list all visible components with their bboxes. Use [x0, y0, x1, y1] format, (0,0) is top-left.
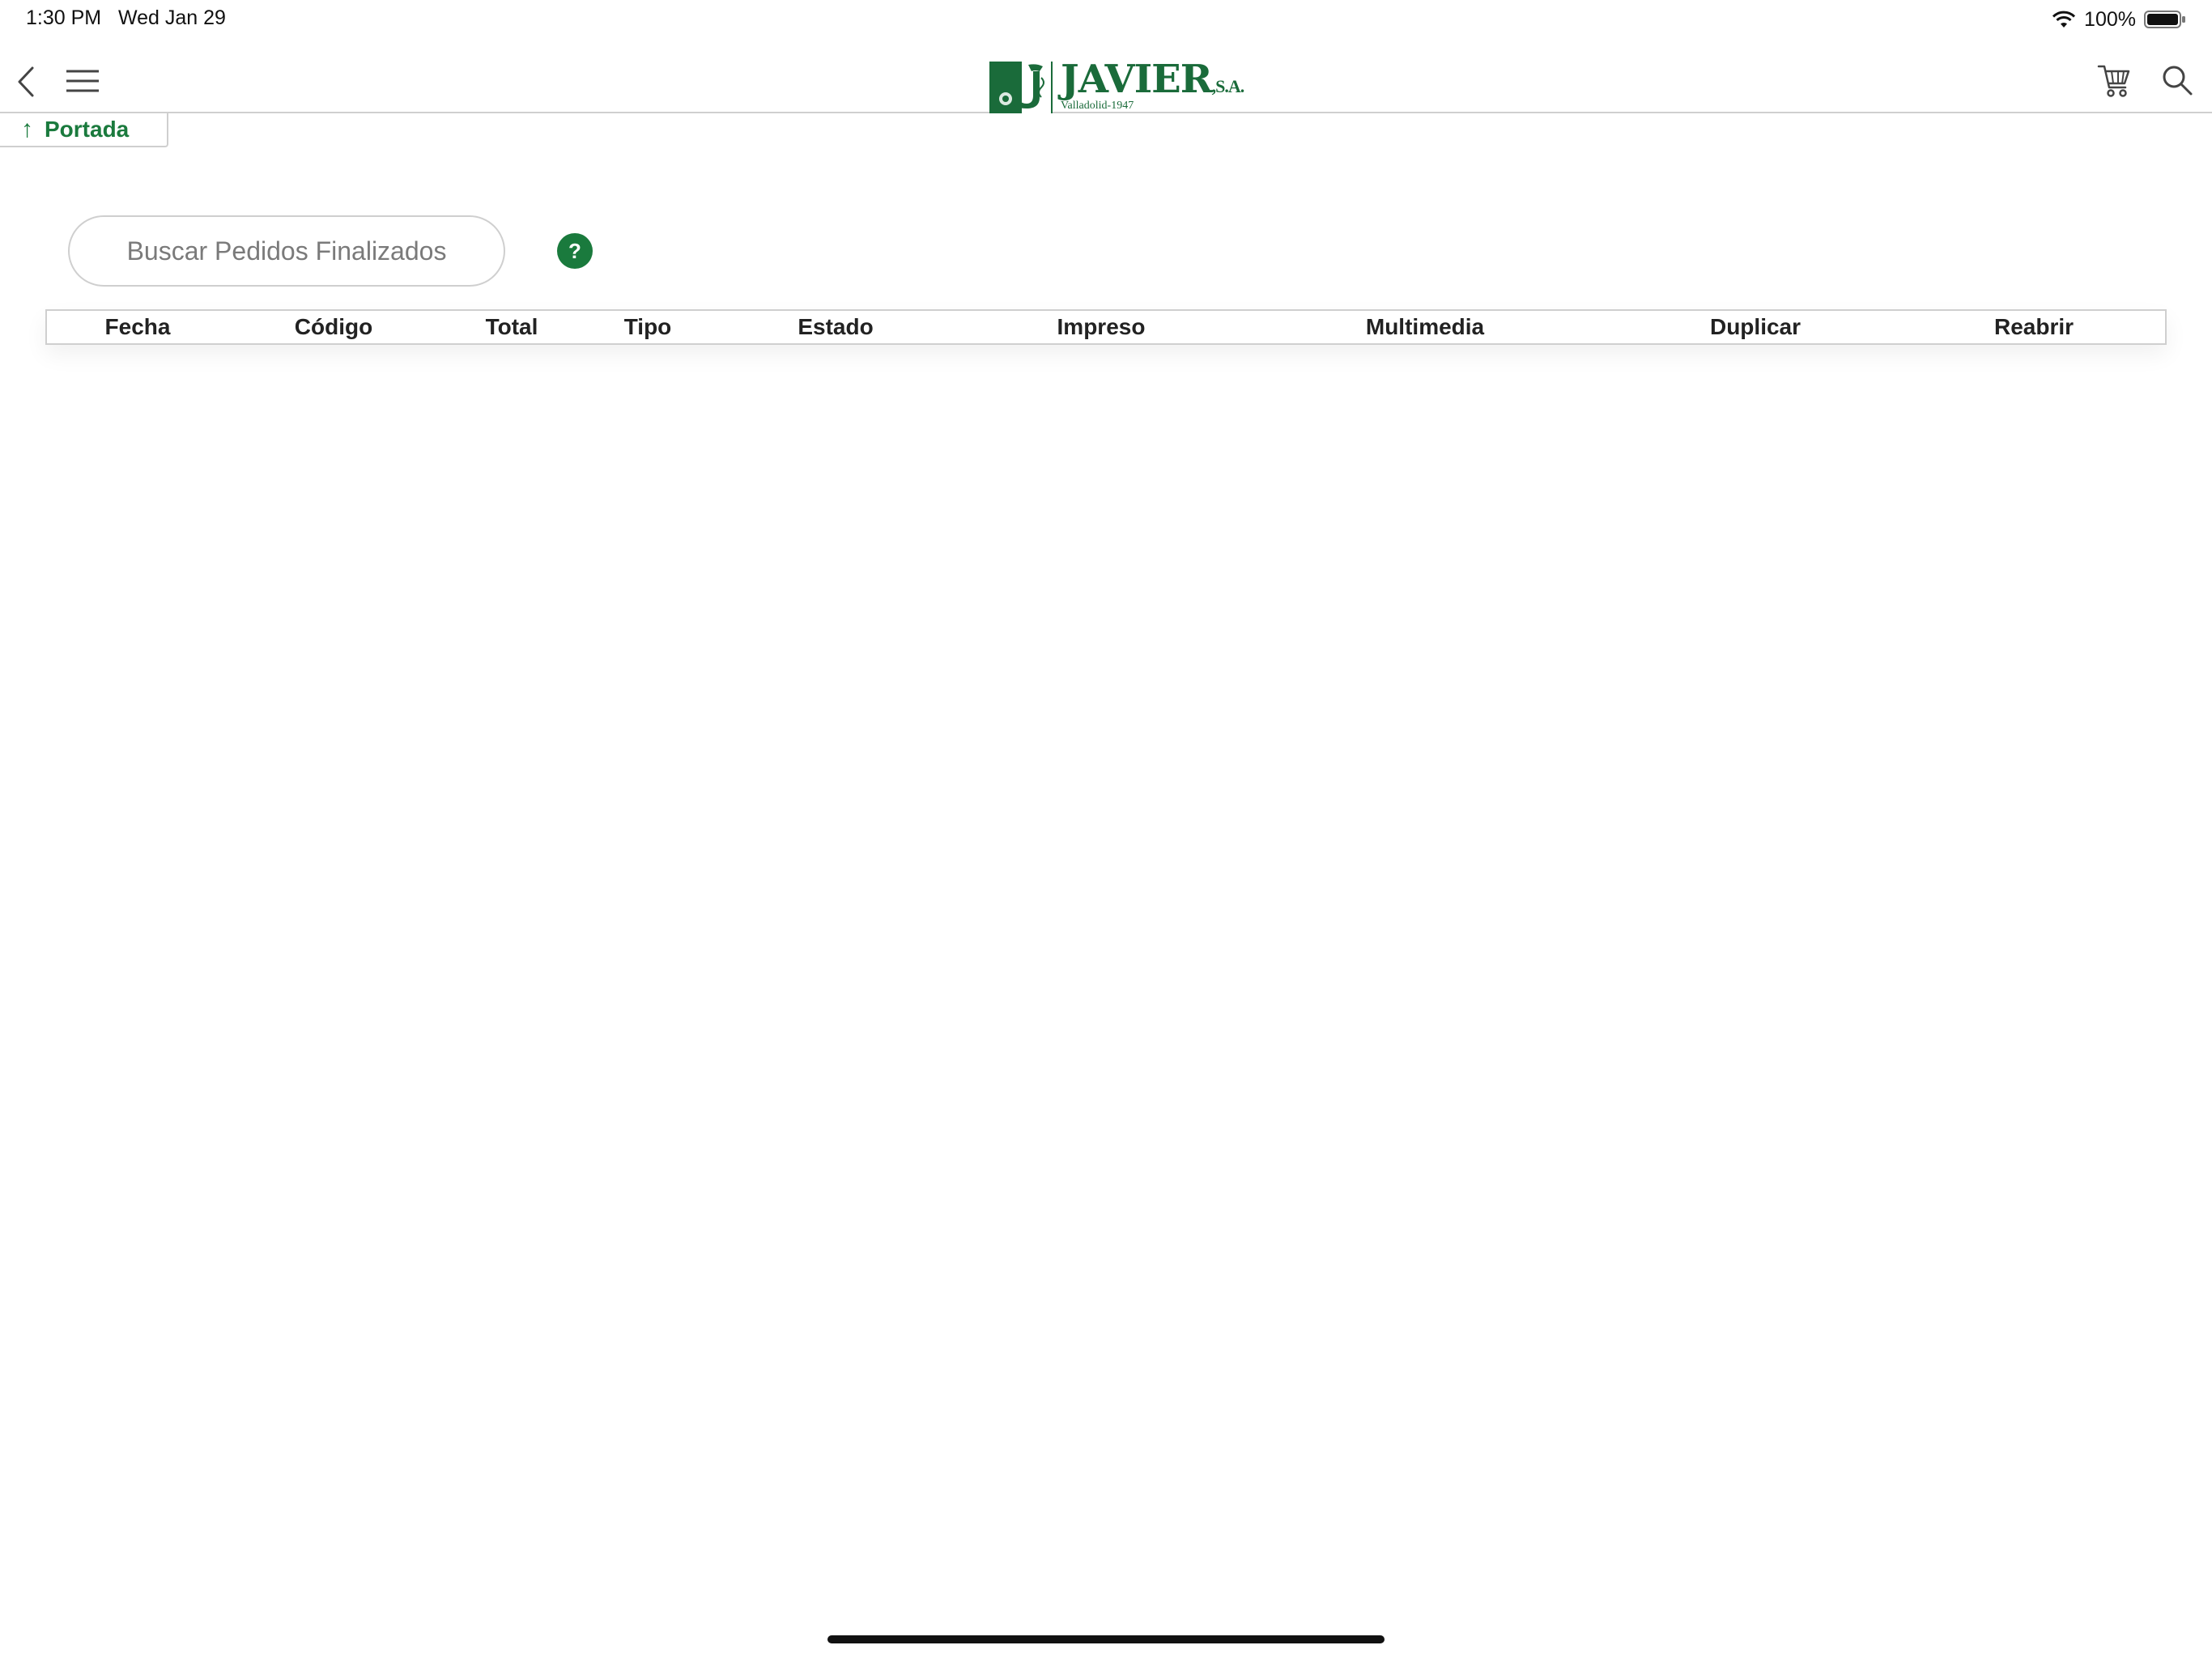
wifi-icon	[2052, 10, 2076, 29]
column-header-total[interactable]: Total	[486, 311, 538, 343]
search-orders-input[interactable]	[68, 215, 505, 287]
table-header-row: Fecha Código Total Tipo Estado Impreso M…	[47, 311, 2165, 343]
breadcrumb-label: Portada	[45, 117, 130, 142]
breadcrumb-portada[interactable]: ↑ Portada	[0, 113, 168, 147]
hamburger-menu-icon	[65, 70, 100, 99]
status-time: 1:30 PM	[26, 6, 102, 29]
page: 1:30 PM Wed Jan 29 100% JAVIER,S.A. Vall…	[0, 0, 2212, 1658]
search-button[interactable]	[2160, 63, 2194, 97]
column-header-multimedia[interactable]: Multimedia	[1366, 311, 1484, 343]
orders-table: Fecha Código Total Tipo Estado Impreso M…	[45, 309, 2167, 345]
help-button[interactable]: ?	[557, 233, 593, 269]
cart-button[interactable]	[2095, 62, 2133, 99]
status-date: Wed Jan 29	[118, 6, 226, 29]
nav-bar: JAVIER,S.A. Valladolid-1947	[0, 49, 2212, 113]
logo-text: JAVIER,S.A. Valladolid-1947	[1061, 60, 1244, 113]
column-header-codigo[interactable]: Código	[295, 311, 372, 343]
column-header-duplicar[interactable]: Duplicar	[1710, 311, 1801, 343]
search-icon	[2160, 66, 2194, 100]
brand-logo[interactable]: JAVIER,S.A. Valladolid-1947	[989, 55, 1244, 113]
column-header-tipo[interactable]: Tipo	[624, 311, 672, 343]
arrow-up-icon: ↑	[21, 116, 33, 142]
column-header-reabrir[interactable]: Reabrir	[1994, 311, 2074, 343]
home-indicator[interactable]	[827, 1635, 1385, 1643]
chevron-left-icon	[11, 66, 40, 104]
logo-emblem-icon	[989, 62, 1053, 113]
column-header-fecha[interactable]: Fecha	[105, 311, 171, 343]
status-indicators: 100%	[2052, 6, 2186, 32]
battery-percent: 100%	[2084, 7, 2136, 31]
logo-subtitle: Valladolid-1947	[1061, 100, 1134, 112]
column-header-estado[interactable]: Estado	[798, 311, 873, 343]
menu-button[interactable]	[65, 66, 100, 96]
back-button[interactable]	[11, 63, 40, 100]
help-icon: ?	[568, 238, 581, 263]
status-bar: 1:30 PM Wed Jan 29 100%	[0, 0, 2212, 39]
battery-icon	[2144, 10, 2186, 29]
cart-icon	[2095, 65, 2133, 102]
logo-name: JAVIER,S.A.	[1061, 57, 1244, 102]
column-header-impreso[interactable]: Impreso	[1057, 311, 1146, 343]
